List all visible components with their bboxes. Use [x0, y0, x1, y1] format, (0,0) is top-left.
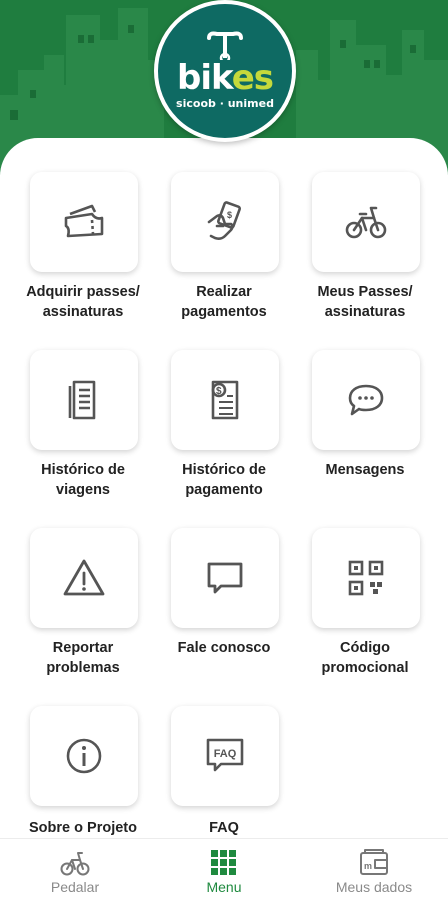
bike-handlebar-icon: [207, 31, 243, 60]
tile-historico-viagens[interactable]: [30, 350, 138, 450]
payment-hand-icon: $: [207, 201, 242, 240]
tile-realizar-pagamentos[interactable]: $: [171, 172, 279, 272]
info-icon: [66, 738, 102, 774]
label-historico-pagamento: Histórico de pagamento: [182, 462, 266, 498]
svg-text:$: $: [216, 386, 222, 397]
chat-bubble-icon: [348, 384, 384, 416]
label-faq: FAQ: [209, 820, 239, 836]
ticket-icon: [64, 204, 104, 238]
label-adquirir-passes: Adquirir passes/ assinaturas: [26, 284, 140, 320]
nav-meus-dados[interactable]: m Meus dados: [304, 839, 444, 900]
warning-icon: [63, 559, 105, 596]
label-codigo-promocional: Código promocional: [321, 640, 409, 676]
tile-faq[interactable]: FAQ: [171, 706, 279, 806]
label-historico-viagens: Histórico de viagens: [41, 462, 125, 498]
grid-icon: [211, 850, 236, 875]
tile-fale-conosco[interactable]: [171, 528, 279, 628]
document-icon: [68, 380, 96, 420]
tile-codigo-promocional[interactable]: [312, 528, 420, 628]
svg-text:m: m: [364, 861, 372, 871]
menu-panel: Adquirir passes/ assinaturas $ Realizar …: [0, 138, 448, 838]
nav-menu[interactable]: Menu: [154, 839, 294, 900]
svg-text:FAQ: FAQ: [214, 748, 237, 760]
wallet-card-icon: m: [360, 849, 388, 875]
label-meus-passes: Meus Passes/ assinaturas: [317, 284, 413, 320]
nav-label-meus-dados: Meus dados: [335, 879, 413, 895]
tile-adquirir-passes[interactable]: [30, 172, 138, 272]
bikes-logo: bikes sicoob · unimed: [154, 0, 296, 142]
label-mensagens: Mensagens: [325, 462, 405, 478]
tile-historico-pagamento[interactable]: $: [171, 350, 279, 450]
tile-sobre-projeto[interactable]: [30, 706, 138, 806]
nav-label-pedalar: Pedalar: [50, 879, 100, 895]
nav-label-menu: Menu: [206, 879, 242, 895]
logo-subtitle: sicoob · unimed: [176, 97, 274, 110]
tile-reportar-problemas[interactable]: [30, 528, 138, 628]
message-icon: [207, 562, 243, 594]
label-sobre-projeto: Sobre o Projeto: [29, 820, 137, 836]
qr-code-icon: [348, 560, 384, 596]
bicycle-icon: [60, 852, 90, 876]
bottom-navigation: Pedalar Menu m Meus dados: [0, 838, 448, 900]
label-realizar-pagamentos: Realizar pagamentos: [181, 284, 267, 320]
bicycle-icon: [345, 206, 387, 239]
tile-mensagens[interactable]: [312, 350, 420, 450]
receipt-dollar-icon: $: [211, 380, 239, 420]
faq-icon: FAQ: [206, 738, 244, 772]
nav-pedalar[interactable]: Pedalar: [5, 839, 145, 900]
label-fale-conosco: Fale conosco: [177, 640, 271, 656]
label-reportar-problemas: Reportar problemas: [46, 640, 120, 676]
tile-meus-passes[interactable]: [312, 172, 420, 272]
svg-text:$: $: [227, 210, 232, 220]
logo-wordmark: bikes: [177, 58, 274, 98]
